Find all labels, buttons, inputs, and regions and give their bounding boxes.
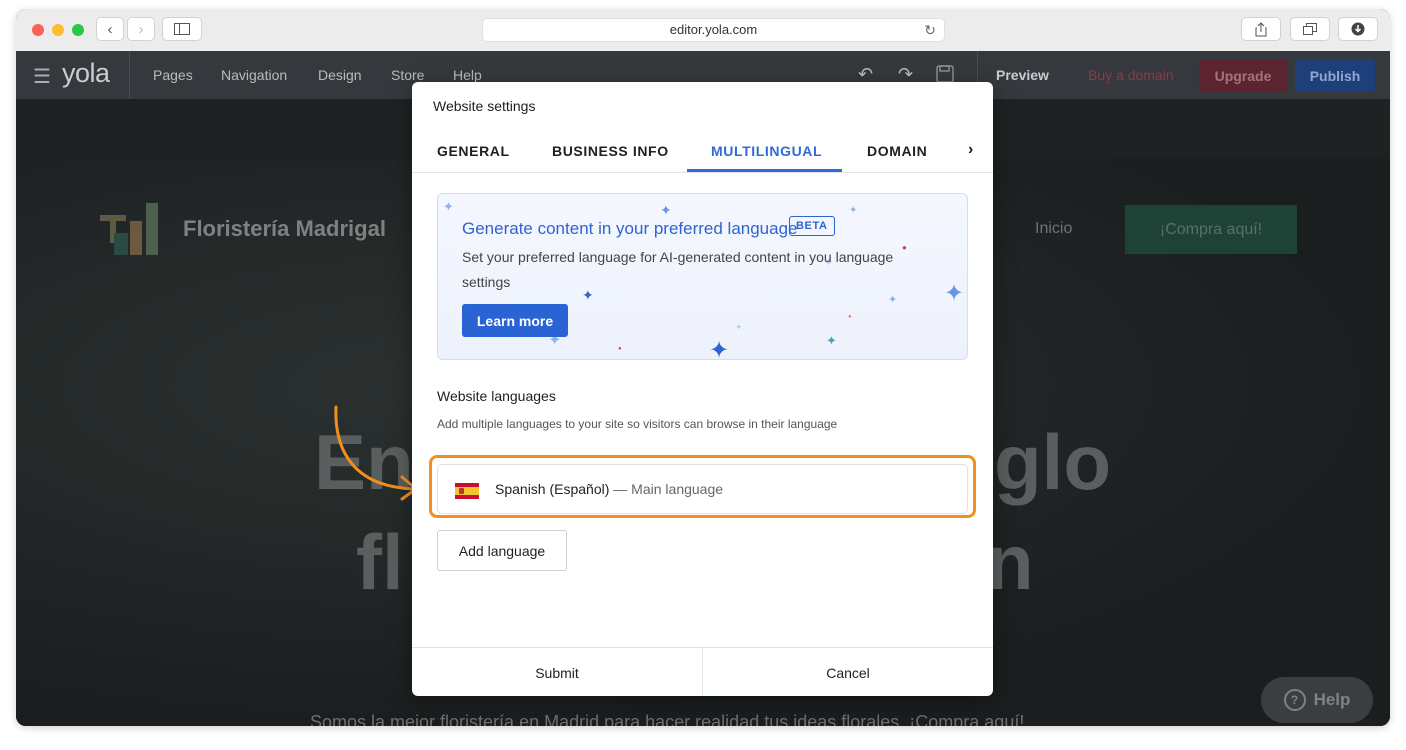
chevron-right-icon: › [138,20,144,38]
buy-domain-link[interactable]: Buy a domain [1088,67,1174,83]
tab-multilingual[interactable]: MULTILINGUAL [711,143,822,159]
preview-button[interactable]: Preview [996,67,1049,83]
sidebar-icon [174,23,190,35]
chevron-right-icon[interactable]: › [968,141,974,159]
sparkle-icon: ✦ [443,199,454,214]
beta-badge: BETA [789,216,835,236]
website-settings-dialog: Website settings GENERAL BUSINESS INFO M… [412,82,993,696]
dialog-footer: Submit Cancel [412,647,993,696]
forward-button[interactable]: › [127,17,155,41]
language-list-item[interactable]: Spanish (Español) — Main language [437,464,968,514]
menu-store[interactable]: Store [391,67,424,83]
sparkle-icon: ✦ [888,294,898,306]
sparkle-icon: ✦ [660,202,672,218]
language-label: Spanish (Español) — Main language [495,481,723,497]
publish-button[interactable]: Publish [1295,59,1375,92]
sidebar-toggle-button[interactable] [162,17,202,41]
brand-name: Floristería Madrigal [183,216,386,241]
url-text: editor.yola.com [669,22,758,37]
tab-business-info[interactable]: BUSINESS INFO [552,143,669,159]
address-bar[interactable]: editor.yola.com ↻ [482,18,945,42]
dialog-title: Website settings [433,98,536,114]
menu-navigation[interactable]: Navigation [221,67,287,83]
chevron-left-icon: ‹ [107,20,113,38]
sparkle-icon: ✦ [944,280,965,307]
menu-help[interactable]: Help [453,67,482,83]
hamburger-menu-icon[interactable]: ☰ [33,64,51,89]
cancel-button[interactable]: Cancel [703,648,993,696]
menu-pages[interactable]: Pages [153,67,193,83]
hero-heading-fragment: fl [356,518,404,606]
minimize-window-button[interactable] [52,24,64,36]
active-tab-indicator [687,169,842,172]
share-icon [1255,21,1267,36]
banner-text: Set your preferred language for AI-gener… [462,249,894,290]
brand-logo-icon [100,203,172,260]
languages-section-title: Website languages [437,388,556,404]
tab-domain[interactable]: DOMAIN [867,143,927,159]
hero-subtitle: Somos la mejor floristería en Madrid par… [310,712,1025,726]
sparkle-icon: ● [618,346,622,352]
tab-general[interactable]: GENERAL [437,143,510,159]
help-widget-button: ? Help [1261,677,1373,723]
downloads-button[interactable] [1338,17,1378,41]
ai-language-banner: ✦ ✦ ✦ ✦ ● ✦ ✦ ✦ ● ✦ ✦ ✦ ● ✦ Generate con… [437,193,968,364]
sparkle-icon: ✦ [849,205,858,216]
browser-toolbar: ‹ › editor.yola.com ↻ [16,9,1390,52]
sparkle-icon: ✦ [826,333,837,348]
hero-heading-fragment: glo [994,418,1111,506]
help-label: Help [1313,690,1351,709]
languages-section-subtitle: Add multiple languages to your site so v… [437,417,838,431]
maximize-window-button[interactable] [72,24,84,36]
yola-logo[interactable]: yola [62,58,110,89]
divider [129,51,130,99]
download-icon [1351,22,1365,36]
spain-flag-icon [455,483,479,499]
sparkle-icon: ✦ [709,337,730,364]
question-circle-icon: ? [1283,689,1306,711]
annotation-arrow-icon [334,405,418,501]
learn-more-button[interactable]: Learn more [462,304,568,337]
sparkle-icon: ● [848,314,852,320]
sparkle-icon: ✦ [735,322,743,332]
upgrade-button[interactable]: Upgrade [1199,59,1287,92]
submit-button[interactable]: Submit [412,648,702,696]
tabs-overview-button[interactable] [1290,17,1330,41]
share-button[interactable] [1241,17,1281,41]
close-window-button[interactable] [32,24,44,36]
hero-heading-fragment: n [986,518,1034,606]
nav-home: Inicio [1035,220,1073,237]
menu-design[interactable]: Design [318,67,362,83]
language-name: Spanish (Español) [495,481,610,497]
settings-tabs: GENERAL BUSINESS INFO MULTILINGUAL DOMAI… [412,130,993,173]
cta-button: ¡Compra aquí! [1125,205,1297,254]
main-language-note: — Main language [613,481,724,497]
reload-icon[interactable]: ↻ [924,19,936,41]
back-button[interactable]: ‹ [96,17,124,41]
tabs-icon [1303,23,1317,35]
banner-title: Generate content in your preferred langu… [462,219,798,238]
add-language-button[interactable]: Add language [437,530,567,571]
